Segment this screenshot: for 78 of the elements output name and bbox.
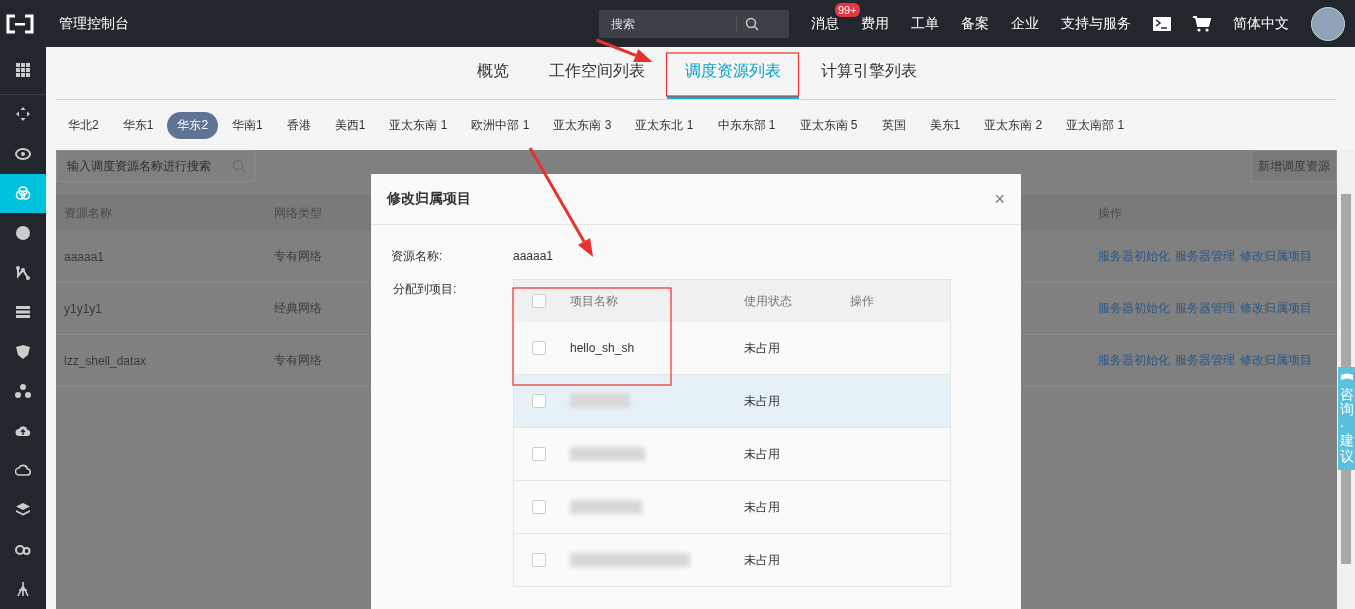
- region-tab[interactable]: 亚太东南 1: [379, 111, 458, 139]
- column-header: 项目名称: [570, 292, 619, 310]
- shield-icon: [15, 343, 31, 360]
- notification-badge: 99+: [835, 2, 860, 17]
- search-field[interactable]: 搜索: [599, 9, 789, 38]
- region-tab[interactable]: 亚太南部 1: [1056, 111, 1135, 139]
- close-button[interactable]: ×: [994, 188, 1005, 210]
- cart-icon[interactable]: [1193, 15, 1211, 32]
- checkbox[interactable]: [532, 447, 546, 461]
- table-cell-text: 未占用: [744, 445, 781, 463]
- region-tab[interactable]: 华南1: [222, 111, 273, 139]
- tower-icon: [15, 581, 31, 598]
- dialog-title: 修改归属项目: [387, 190, 471, 208]
- circle-icon: [15, 225, 31, 241]
- console-title[interactable]: 管理控制台: [59, 14, 129, 33]
- table-cell-text: lzz_shell_datax: [64, 353, 148, 368]
- table-cell: 经典网络: [274, 300, 322, 317]
- cloud-icon: [15, 462, 31, 479]
- search-input[interactable]: 搜索: [609, 15, 737, 32]
- nav-link[interactable]: 费用: [861, 14, 889, 33]
- tab[interactable]: 概览: [458, 47, 527, 99]
- checkbox[interactable]: [532, 294, 546, 308]
- tab[interactable]: 计算引擎列表: [802, 47, 935, 99]
- region-tab[interactable]: 美东1: [919, 111, 971, 139]
- field-label: 资源名称:: [390, 247, 444, 265]
- nodes-icon: [15, 383, 31, 400]
- table-cell-text: 未占用: [744, 392, 781, 410]
- region-tab[interactable]: 华东2: [167, 111, 219, 139]
- table-cell: hello_sh_sh: [570, 341, 635, 355]
- field-value: aaaaa1: [513, 249, 554, 263]
- table-cell-text: 未占用: [744, 339, 781, 357]
- region-tab[interactable]: 中东东部 1: [707, 111, 786, 139]
- table-cell: 专有网络: [274, 352, 322, 369]
- checkbox[interactable]: [532, 341, 546, 355]
- region-tab[interactable]: 亚太东南 5: [789, 111, 868, 139]
- region-tab[interactable]: 华东1: [112, 111, 164, 139]
- region-tab[interactable]: 亚太东南 2: [974, 111, 1053, 139]
- table-cell-text: aaaaa1: [64, 249, 106, 264]
- tab[interactable]: 工作空间列表: [530, 47, 663, 99]
- region-tab[interactable]: 香港: [276, 111, 321, 139]
- arrow-annotation: [595, 38, 653, 62]
- branch-icon: [15, 264, 31, 281]
- checkbox[interactable]: [532, 394, 546, 408]
- book-icon: [1339, 373, 1354, 381]
- search-input[interactable]: 输入调度资源名称进行搜索: [65, 158, 232, 174]
- nav-link[interactable]: 简体中文: [1233, 14, 1289, 33]
- swirl-icon: [15, 185, 31, 202]
- region-tab[interactable]: 亚太东南 3: [543, 111, 622, 139]
- nav-link[interactable]: 工单: [911, 14, 939, 33]
- region-tab[interactable]: 欧洲中部 1: [461, 111, 540, 139]
- search-field[interactable]: 输入调度资源名称进行搜索: [56, 150, 255, 182]
- list-icon: [15, 304, 31, 321]
- avatar[interactable]: [1311, 6, 1345, 41]
- checkbox[interactable]: [532, 500, 546, 514]
- nav-link[interactable]: 支持与服务: [1061, 14, 1131, 33]
- table-cell-text: 未占用: [744, 498, 781, 516]
- crosshair-icon: [15, 106, 31, 123]
- search-icon[interactable]: [745, 16, 759, 31]
- nav-link[interactable]: 消息: [811, 14, 839, 33]
- table-row[interactable]: 未占用: [514, 375, 950, 428]
- region-tab[interactable]: 美西1: [324, 111, 376, 139]
- table-cell: 专有网络: [274, 248, 322, 265]
- grid-icon: [15, 62, 31, 79]
- column-header: 操作: [850, 292, 874, 310]
- table-cell-text: y1y1y1: [64, 301, 104, 316]
- table-cell-text: 未占用: [744, 551, 781, 569]
- field-label: 分配到项目:: [392, 281, 458, 298]
- terminal-icon[interactable]: [1153, 16, 1171, 31]
- logo-icon[interactable]: [5, 13, 35, 34]
- eye-icon: [15, 145, 31, 162]
- sidebar-item[interactable]: [0, 173, 46, 214]
- nav-link[interactable]: 备案: [961, 14, 989, 33]
- region-tab[interactable]: 亚太东北 1: [625, 111, 704, 139]
- region-tab[interactable]: 英国: [871, 111, 916, 139]
- checkbox[interactable]: [532, 553, 546, 567]
- region-tab[interactable]: 华北2: [58, 111, 109, 139]
- column-header: 使用状态: [744, 292, 793, 310]
- nav-link[interactable]: 企业: [1011, 14, 1039, 33]
